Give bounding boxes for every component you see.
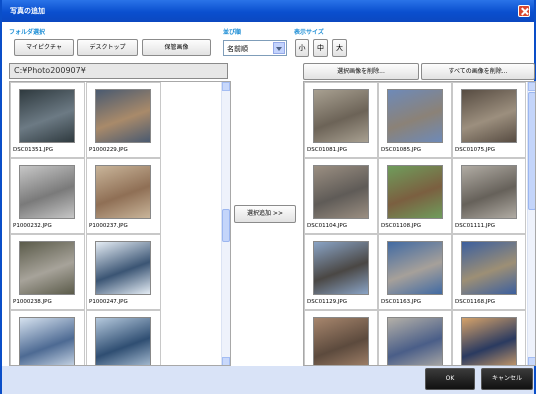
size-medium-button[interactable]: 中 — [313, 39, 328, 57]
thumbnail-item[interactable]: P1000232.JPG — [10, 158, 85, 234]
ok-button[interactable]: OK — [425, 368, 475, 390]
sort-selected-value: 名前順 — [227, 45, 248, 53]
file-name: DSC01111.JPG — [455, 223, 496, 229]
file-name: DSC01351.JPG — [13, 147, 54, 153]
add-selected-button[interactable]: 選択追加 >> — [234, 205, 296, 223]
display-size-label: 表示サイズ — [294, 29, 324, 36]
file-name: DSC01129.JPG — [307, 299, 348, 305]
thumbnail-item[interactable]: DSC01111.JPG — [452, 158, 526, 234]
photo-thumbnail — [95, 165, 151, 219]
selected-thumbnail-grid: DSC01081.JPG DSC01085.JPG DSC01075.JPG DSC0… — [303, 81, 536, 366]
photo-thumbnail — [19, 241, 75, 295]
thumbnail-item[interactable]: DSC01085.JPG — [378, 82, 452, 158]
file-name: P1000229.JPG — [89, 147, 128, 153]
photo-thumbnail — [461, 241, 517, 295]
photo-thumbnail — [387, 241, 443, 295]
photo-thumbnail — [95, 89, 151, 143]
thumbnail-item[interactable]: P1000229.JPG — [86, 82, 161, 158]
thumbnail-item[interactable]: DSC01108.JPG — [378, 158, 452, 234]
photo-thumbnail — [461, 89, 517, 143]
photo-thumbnail — [387, 165, 443, 219]
thumbnail-item[interactable] — [304, 310, 378, 365]
photo-thumbnail — [313, 317, 369, 365]
photo-thumbnail — [461, 165, 517, 219]
photo-thumbnail — [461, 317, 517, 365]
file-name: DSC01168.JPG — [455, 299, 496, 305]
cancel-button[interactable]: キャンセル — [481, 368, 533, 390]
thumbnail-item[interactable] — [10, 310, 85, 365]
photo-thumbnail — [387, 317, 443, 365]
scroll-thumb[interactable] — [528, 92, 535, 210]
left-scrollbar[interactable] — [221, 82, 230, 365]
close-icon[interactable] — [518, 5, 530, 17]
desktop-button[interactable]: デスクトップ — [77, 39, 138, 56]
thumbnail-item[interactable]: DSC01351.JPG — [10, 82, 85, 158]
window-title: 写真の追加 — [10, 7, 45, 15]
title-bar: 写真の追加 — [2, 0, 534, 22]
size-large-button[interactable]: 大 — [332, 39, 347, 57]
scroll-down-icon[interactable] — [222, 357, 230, 365]
file-name: DSC01075.JPG — [455, 147, 496, 153]
delete-selected-button[interactable]: 選択画像を削除... — [303, 63, 419, 80]
scroll-thumb[interactable] — [222, 209, 230, 242]
photo-thumbnail — [313, 241, 369, 295]
thumbnail-item[interactable]: DSC01129.JPG — [304, 234, 378, 310]
right-scrollbar[interactable] — [527, 82, 535, 365]
file-name: DSC01104.JPG — [307, 223, 348, 229]
thumbnail-item[interactable]: P1000238.JPG — [10, 234, 85, 310]
photo-thumbnail — [19, 317, 75, 365]
thumbnail-item[interactable]: DSC01163.JPG — [378, 234, 452, 310]
file-name: DSC01085.JPG — [381, 147, 422, 153]
size-small-button[interactable]: 小 — [295, 39, 309, 57]
folder-path: C:¥Photo200907¥ — [9, 63, 228, 79]
scroll-down-icon[interactable] — [528, 357, 535, 365]
scroll-up-icon[interactable] — [528, 82, 535, 91]
file-name: P1000238.JPG — [13, 299, 52, 305]
file-name: DSC01163.JPG — [381, 299, 422, 305]
file-name: DSC01081.JPG — [307, 147, 348, 153]
photo-thumbnail — [95, 241, 151, 295]
thumbnail-item[interactable] — [452, 310, 526, 365]
thumbnail-item[interactable]: DSC01104.JPG — [304, 158, 378, 234]
thumbnail-item[interactable]: DSC01075.JPG — [452, 82, 526, 158]
photo-thumbnail — [19, 165, 75, 219]
photo-thumbnail — [313, 89, 369, 143]
sort-select[interactable]: 名前順 — [223, 40, 287, 56]
photo-thumbnail — [387, 89, 443, 143]
file-name: DSC01108.JPG — [381, 223, 422, 229]
file-name: P1000237.JPG — [89, 223, 128, 229]
sort-label: 並び順 — [223, 29, 242, 36]
delete-all-button[interactable]: すべての画像を削除... — [421, 63, 535, 80]
photo-thumbnail — [19, 89, 75, 143]
dialog-window: 写真の追加 フォルダ選択 マイピクチャ デスクトップ 保管画像 並び順 名前順 … — [0, 0, 536, 394]
thumbnail-item[interactable]: P1000237.JPG — [86, 158, 161, 234]
saved-images-button[interactable]: 保管画像 — [142, 39, 211, 56]
scroll-up-icon[interactable] — [222, 82, 230, 91]
folder-select-label: フォルダ選択 — [9, 29, 46, 36]
thumbnail-item[interactable]: P1000247.JPG — [86, 234, 161, 310]
thumbnail-item[interactable]: DSC01081.JPG — [304, 82, 378, 158]
my-pictures-button[interactable]: マイピクチャ — [14, 39, 74, 56]
source-thumbnail-grid: DSC01351.JPG P1000229.JPG P1000232.JPG P100… — [9, 81, 231, 366]
file-name: P1000232.JPG — [13, 223, 52, 229]
thumbnail-item[interactable]: DSC01168.JPG — [452, 234, 526, 310]
chevron-down-icon[interactable] — [273, 42, 285, 54]
photo-thumbnail — [95, 317, 151, 365]
photo-thumbnail — [313, 165, 369, 219]
thumbnail-item[interactable] — [378, 310, 452, 365]
file-name: P1000247.JPG — [89, 299, 128, 305]
thumbnail-item[interactable] — [86, 310, 161, 365]
